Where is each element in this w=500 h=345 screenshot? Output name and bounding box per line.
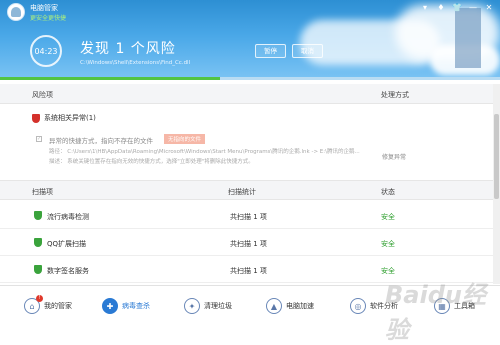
risk-group-label: 系统相关异常(1) (44, 114, 96, 122)
risk-item-title: 异常的快捷方式，指向不存在的文件 (49, 137, 153, 145)
risk-group[interactable]: 系统相关异常(1) (32, 113, 96, 123)
software-icon: ◎ (350, 298, 366, 314)
table-row[interactable]: QQ扩展扫描 共扫描 1 项 安全 (0, 230, 493, 256)
rocket-icon: ▲ (266, 298, 282, 314)
nav-label: 我的管家 (44, 302, 72, 310)
scan-item-count: 共扫描 1 项 (230, 267, 267, 275)
col-risk-item: 风险项 (32, 91, 53, 99)
scan-item-count: 共扫描 1 项 (230, 213, 267, 221)
watermark: Baidu经验 (385, 281, 486, 344)
risk-item-path: 路径： C:\Users\1\HB\AppData\Roaming\Micros… (49, 149, 360, 155)
red-shield-icon (32, 113, 40, 123)
col-action: 处理方式 (381, 91, 409, 99)
pause-button[interactable]: 暂停 (255, 44, 286, 58)
page-title: 发现 1 个风险 (80, 41, 176, 57)
green-shield-icon (34, 238, 42, 247)
close-icon[interactable]: ✕ (484, 3, 494, 13)
col-scan-stats: 扫描统计 (228, 188, 256, 196)
cancel-button[interactable]: 取消 (292, 44, 323, 58)
scrollbar[interactable] (493, 84, 500, 284)
table-row[interactable]: 流行病毒检测 共扫描 1 项 安全 (0, 203, 493, 229)
nav-my-manager[interactable]: ⌂! 我的管家 (24, 286, 72, 326)
broom-icon: ✦ (184, 298, 200, 314)
col-scan-status: 状态 (381, 188, 395, 196)
nav-label: 病毒查杀 (122, 302, 150, 310)
scan-item-count: 共扫描 1 项 (230, 240, 267, 248)
scan-item-name: QQ扩展扫描 (47, 240, 87, 248)
fix-action-link[interactable]: 修复异常 (382, 152, 406, 161)
nav-speedup[interactable]: ▲ 电脑加速 (266, 286, 314, 326)
building-decoration (455, 8, 481, 68)
green-shield-icon (34, 265, 42, 274)
diamond-icon[interactable]: ♦ (436, 3, 446, 13)
scrollbar-thumb[interactable] (494, 114, 499, 199)
risk-item-checkbox[interactable]: ✓ (36, 136, 42, 142)
scan-table-header: 扫描项 扫描统计 状态 (0, 180, 493, 200)
green-shield-icon (34, 211, 42, 220)
alert-badge: ! (36, 295, 43, 302)
scan-item-status: 安全 (381, 213, 395, 221)
virus-scan-icon: ✚ (102, 298, 118, 314)
window-controls: ▾ ♦ 👕 — ✕ (420, 3, 494, 13)
minimize-icon[interactable]: — (468, 3, 478, 13)
avatar[interactable] (7, 3, 25, 21)
home-icon: ⌂! (24, 295, 43, 314)
nav-clean-junk[interactable]: ✦ 清理垃圾 (184, 286, 232, 326)
app-title: 电脑管家 (30, 4, 58, 12)
nav-label: 电脑加速 (286, 302, 314, 310)
app-subtitle: 更安全更快捷 (30, 15, 67, 22)
header-banner: 电脑管家 更安全更快捷 ▾ ♦ 👕 — ✕ 04:23 发现 1 个风险 C:\… (0, 0, 500, 80)
scan-progress-bar (0, 77, 500, 80)
scan-item-name: 流行病毒检测 (47, 213, 89, 221)
risk-table-header: 风险项 处理方式 (0, 84, 493, 104)
scan-timer: 04:23 (30, 35, 62, 67)
risk-item-description: 描述： 系统关键位置存在指向无效的快捷方式，选择"立即处理"将删除此快捷方式。 (49, 159, 254, 165)
scan-current-path: C:\Windows\Shell\Extensions\Find_Cc.dll (80, 60, 191, 66)
nav-virus-scan[interactable]: ✚ 病毒查杀 (102, 286, 150, 326)
nav-label: 清理垃圾 (204, 302, 232, 310)
progress-fill (0, 77, 220, 80)
scan-item-name: 数字签名服务 (47, 267, 89, 275)
user-icon (11, 7, 21, 17)
risk-item-tag: 无指向的文件 (164, 134, 206, 144)
scan-item-status: 安全 (381, 240, 395, 248)
skin-icon[interactable]: 👕 (452, 3, 462, 13)
menu-dropdown-icon[interactable]: ▾ (420, 3, 430, 13)
col-scan-item: 扫描项 (32, 188, 53, 196)
